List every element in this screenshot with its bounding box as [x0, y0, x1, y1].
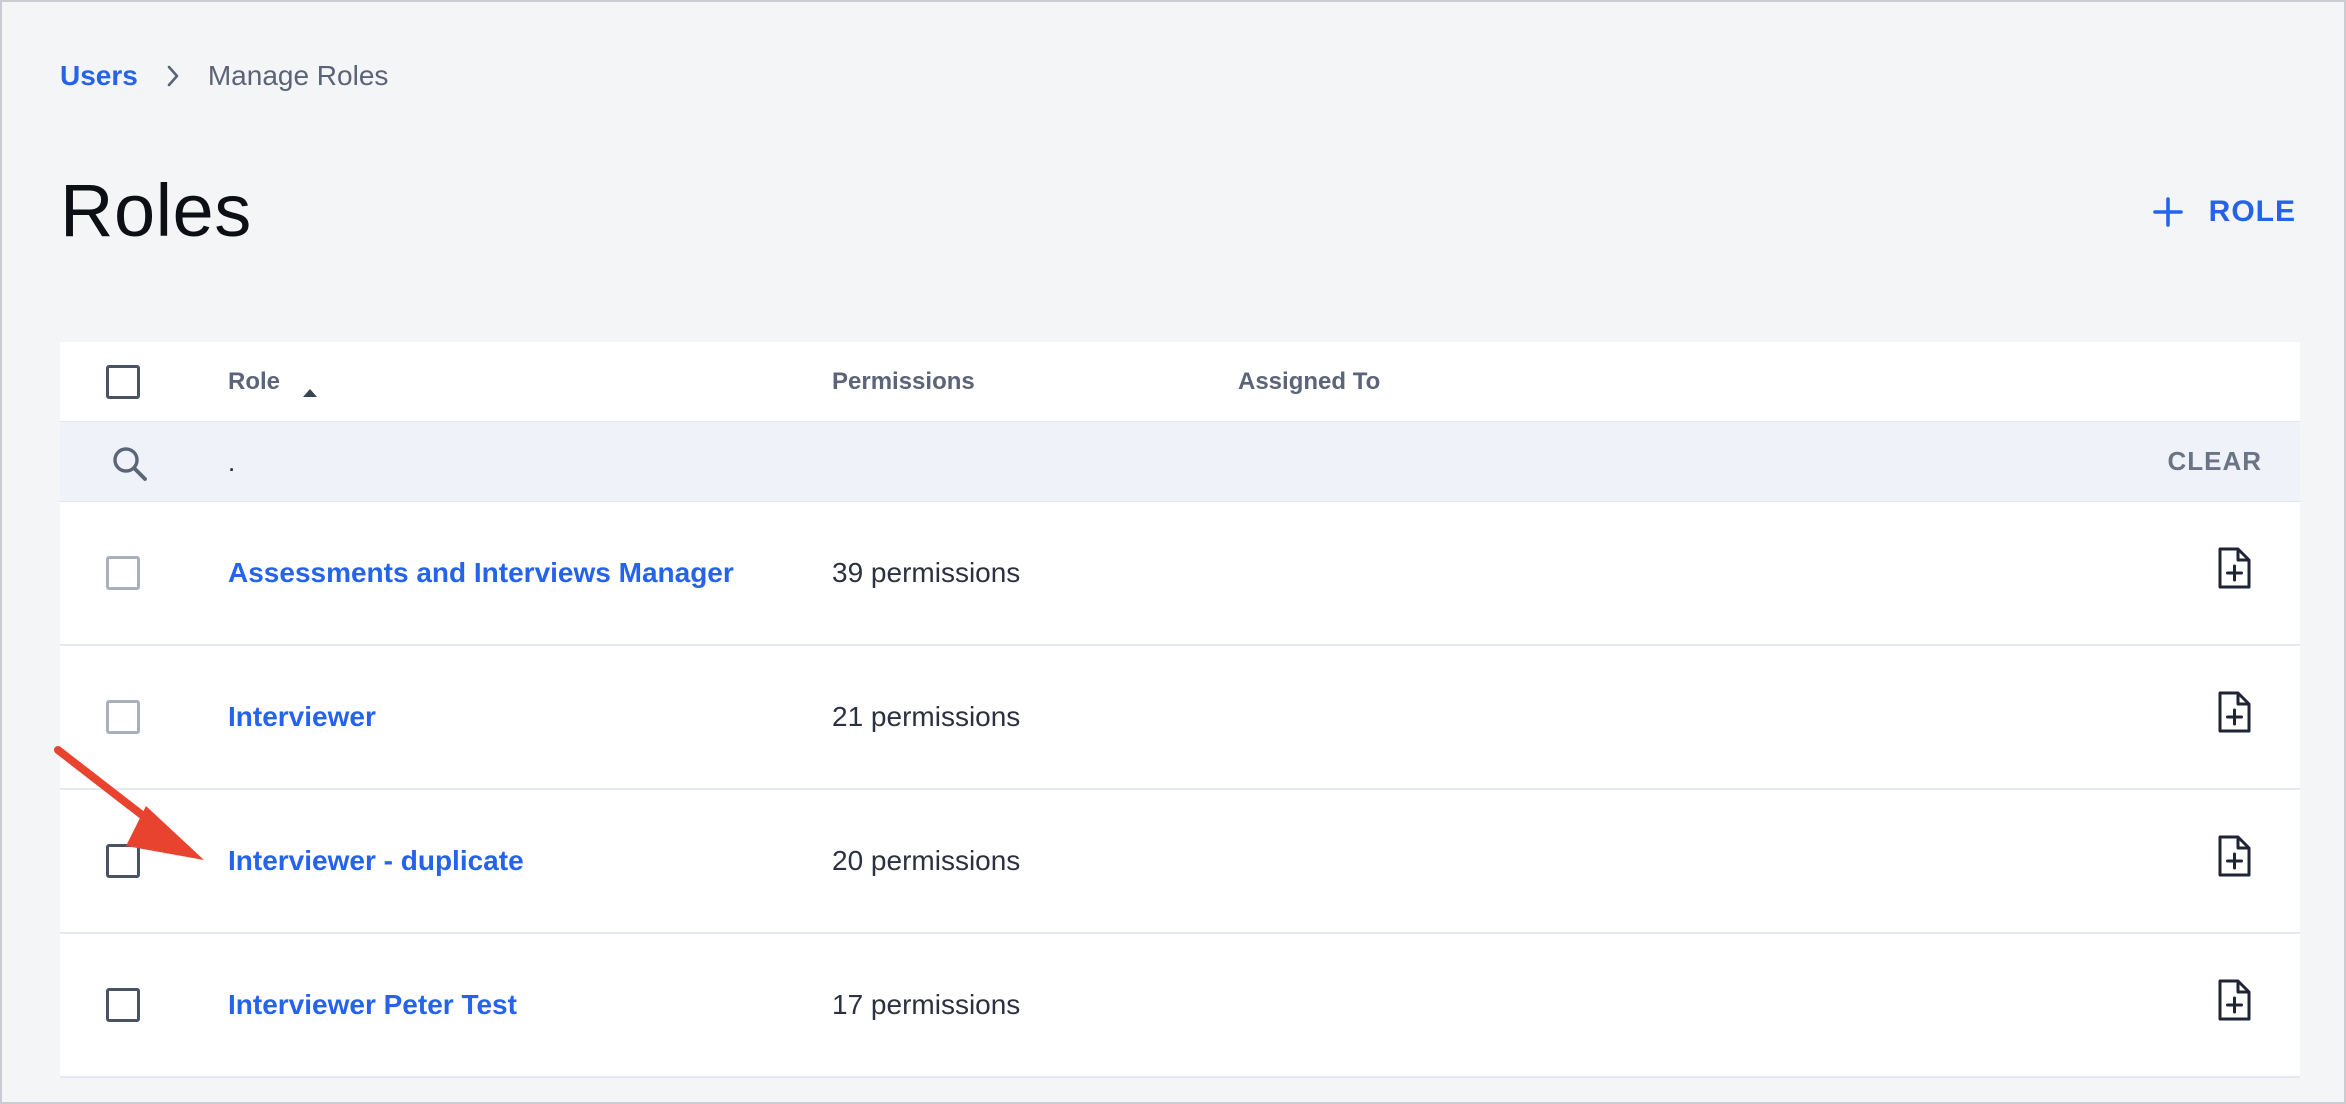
permissions-count: 20 permissions	[832, 845, 1021, 876]
select-all-checkbox[interactable]	[106, 364, 140, 399]
column-header-permissions: Permissions	[832, 367, 975, 395]
table-row: Interviewer - duplicate 20 permissions	[60, 790, 2300, 934]
column-header-assigned-to: Assigned To	[1238, 367, 1381, 395]
file-plus-icon[interactable]	[2216, 690, 2252, 734]
role-filter-input[interactable]	[228, 442, 2128, 482]
role-link[interactable]: Interviewer	[228, 701, 376, 733]
page-title: Roles	[60, 169, 252, 252]
file-plus-icon[interactable]	[2216, 978, 2252, 1022]
role-link[interactable]: Assessments and Interviews Manager	[228, 557, 734, 589]
permissions-count: 39 permissions	[832, 557, 1021, 588]
row-checkbox[interactable]	[106, 988, 140, 1022]
file-plus-icon[interactable]	[2216, 546, 2252, 590]
file-plus-icon[interactable]	[2216, 834, 2252, 878]
breadcrumb: Users Manage Roles	[60, 58, 388, 94]
sort-ascending-icon	[302, 377, 318, 397]
roles-table: Role Permissions Assigned To CLEAR Asses…	[60, 342, 2300, 1078]
breadcrumb-users-link[interactable]: Users	[60, 60, 138, 92]
role-link[interactable]: Interviewer Peter Test	[228, 989, 517, 1021]
column-header-role[interactable]: Role	[228, 367, 318, 397]
table-header: Role Permissions Assigned To	[60, 342, 2300, 422]
row-checkbox[interactable]	[106, 844, 140, 878]
filter-row: CLEAR	[60, 422, 2300, 502]
row-checkbox-cell	[106, 988, 140, 1022]
row-checkbox-cell	[106, 556, 140, 590]
role-link[interactable]: Interviewer - duplicate	[228, 845, 524, 877]
row-checkbox[interactable]	[106, 700, 140, 734]
table-row: Assessments and Interviews Manager 39 pe…	[60, 502, 2300, 646]
row-checkbox-cell	[106, 844, 140, 878]
chevron-right-icon	[166, 65, 180, 87]
breadcrumb-current: Manage Roles	[207, 60, 389, 91]
search-icon	[110, 444, 150, 484]
table-row: Interviewer 21 permissions	[60, 646, 2300, 790]
select-all-cell	[106, 364, 140, 399]
column-header-role-label: Role	[228, 367, 281, 395]
row-checkbox-cell	[106, 700, 140, 734]
window-frame: Users Manage Roles Roles ROLE Role Permi…	[0, 0, 2346, 1104]
permissions-count: 17 permissions	[832, 989, 1021, 1020]
clear-filter-button[interactable]: CLEAR	[2167, 446, 2262, 477]
add-role-button[interactable]: ROLE	[2152, 188, 2296, 236]
permissions-count: 21 permissions	[832, 701, 1021, 732]
add-role-label: ROLE	[2208, 195, 2296, 228]
row-checkbox[interactable]	[106, 556, 140, 590]
table-row: Interviewer Peter Test 17 permissions	[60, 934, 2300, 1078]
plus-icon	[2152, 197, 2183, 227]
